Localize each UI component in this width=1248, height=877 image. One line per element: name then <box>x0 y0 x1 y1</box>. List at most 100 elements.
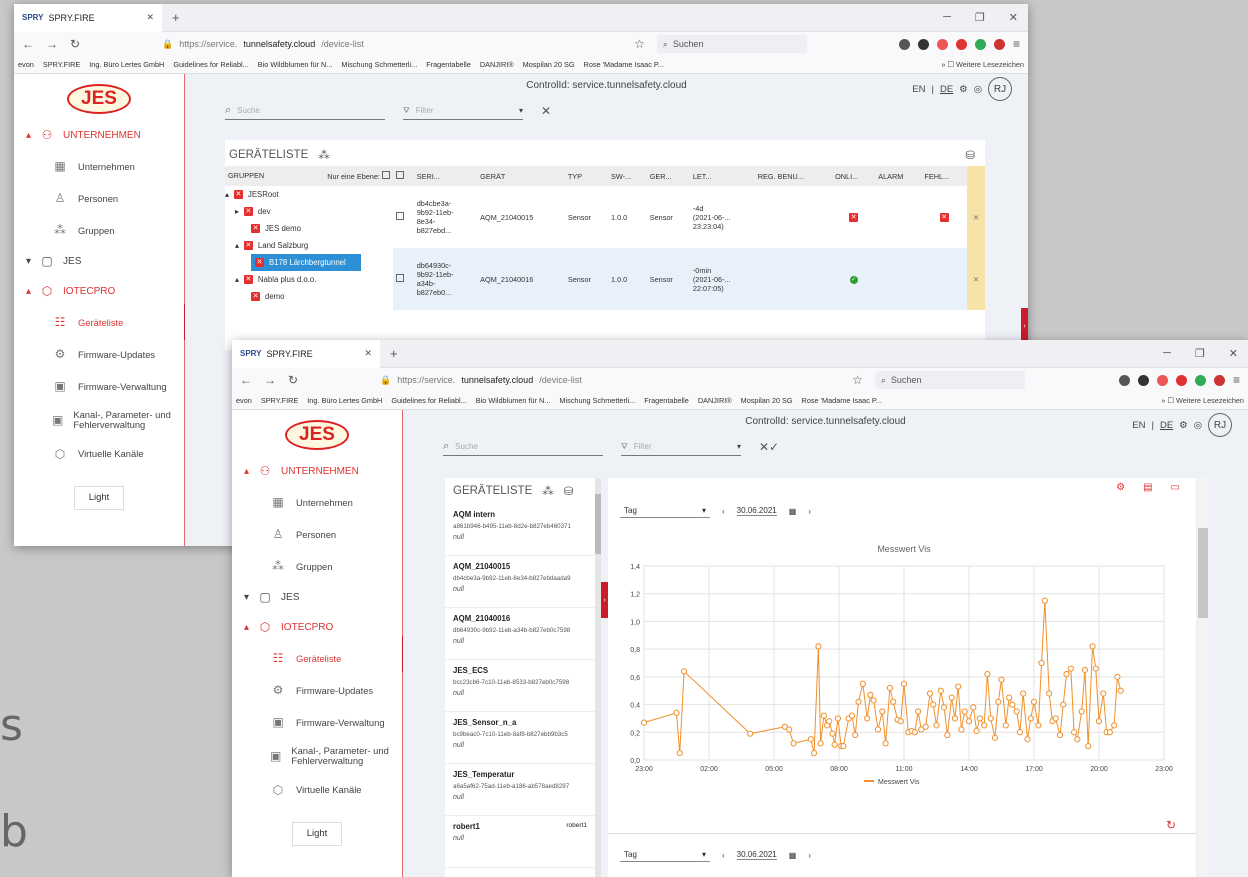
ext-icon[interactable] <box>974 38 986 50</box>
one-level-checkbox[interactable] <box>382 171 390 179</box>
list-item[interactable]: JES_ECS bcc23cb6-7c10-11eb-8533-b827eb0c7… <box>445 660 595 712</box>
scrollbar[interactable] <box>595 478 601 877</box>
database-icon[interactable]: ⛁ <box>965 148 975 162</box>
bookmark[interactable]: Guidelines for Reliabl... <box>173 60 248 69</box>
list-item[interactable]: AQM_21040016 db64930c-9b92-11eb-a34b-b827… <box>445 608 595 660</box>
tree-item[interactable]: dev <box>258 207 271 216</box>
address-bar[interactable]: 🔒 https://service. tunnelsafety.cloud/devi… <box>162 39 562 50</box>
clear-filter-icon[interactable]: ✕✓ <box>759 440 779 454</box>
date-field[interactable]: 30.06.2021 <box>736 850 777 860</box>
menu-icon[interactable]: ≡ <box>1013 37 1020 51</box>
column-header[interactable]: LET... <box>689 166 755 186</box>
back-icon[interactable]: ← <box>240 373 252 387</box>
sidebar-item-kanal[interactable]: ▣ Kanal-, Parameter- und Fehlerverwaltung <box>14 402 184 438</box>
sidebar-item-unternehmen[interactable]: ▦ Unternehmen <box>14 150 184 182</box>
section-unternehmen[interactable]: ▴ ⚇ UNTERNEHMEN <box>14 120 184 150</box>
list-item[interactable]: JES_Sensor_n_a bc9beac0-7c10-11eb-8af8-b8… <box>445 712 595 764</box>
caret-down-icon[interactable]: ▴ <box>235 241 239 250</box>
section-iotecpro[interactable]: ▴ ⬡ IOTECPRO <box>232 612 402 642</box>
bookmark[interactable]: Rose 'Madame Isaac P... <box>802 396 882 405</box>
next-date-icon[interactable]: › <box>808 851 811 860</box>
bookmark[interactable]: Ing. Büro Lertes GmbH <box>89 60 164 69</box>
pocket-icon[interactable] <box>898 38 910 50</box>
sidebar-item-firmware-verwaltung[interactable]: ▣ Firmware-Verwaltung <box>232 706 402 738</box>
list-item[interactable]: JES_Temperatur a6a5af62-75ad-11eb-a186-ab… <box>445 764 595 816</box>
sidebar-item-geraeteliste[interactable]: ☷ Geräteliste <box>14 306 184 338</box>
hierarchy-icon[interactable]: ⁂ <box>542 484 554 498</box>
bookmark[interactable]: Mospilan 20 SG <box>523 60 575 69</box>
table-row[interactable]: db4cbe3a- 9b92-11eb- 8e34- b827ebd... AQM_2… <box>393 186 985 248</box>
column-header[interactable]: SERI... <box>413 166 478 186</box>
list-collapse-handle[interactable]: › <box>601 582 608 618</box>
chart-scrollbar[interactable] <box>1198 478 1208 877</box>
lang-en[interactable]: EN <box>912 84 925 95</box>
sidebar-item-unternehmen[interactable]: ▦ Unternehmen <box>232 486 402 518</box>
section-jes[interactable]: ▾ ▢ JES <box>232 582 402 612</box>
caret-down-icon[interactable]: ▴ <box>225 190 229 199</box>
new-tab-icon[interactable]: + <box>390 346 398 361</box>
tree-item[interactable]: demo <box>265 292 285 301</box>
database-icon[interactable]: ⛁ <box>564 484 574 498</box>
menu-icon[interactable]: ≡ <box>1233 373 1240 387</box>
prev-date-icon[interactable]: ‹ <box>722 507 725 516</box>
row-close-icon[interactable]: ✕ <box>966 248 985 310</box>
more-bookmarks[interactable]: » ☐ Weitere Lesezeichen <box>1161 396 1244 405</box>
ext-icon[interactable] <box>993 38 1005 50</box>
reload-icon[interactable]: ↻ <box>70 37 80 51</box>
bookmark[interactable]: Mischung Schmetterli... <box>341 60 417 69</box>
address-bar[interactable]: 🔒 https://service. tunnelsafety.cloud/devi… <box>380 375 780 386</box>
ext-icon[interactable] <box>1137 374 1149 386</box>
filter-select[interactable]: ⛛ Filter ▾ <box>403 102 523 120</box>
bookmark[interactable]: evon <box>236 396 252 405</box>
close-window-icon[interactable]: ✕ <box>1229 347 1238 360</box>
browser-search[interactable]: ⌕ Suchen <box>874 371 1025 389</box>
sidebar-item-virtuelle-kanaele[interactable]: ⬡ Virtuelle Kanäle <box>14 438 184 470</box>
caret-right-icon[interactable]: ▸ <box>235 207 239 216</box>
bookmark[interactable]: Ing. Büro Lertes GmbH <box>307 396 382 405</box>
ext-icon[interactable] <box>917 38 929 50</box>
tree-item[interactable]: JES demo <box>265 224 301 233</box>
tree-item-selected[interactable]: B178 Lärchbergtunnel <box>269 258 346 267</box>
lang-de[interactable]: DE <box>940 84 953 95</box>
back-icon[interactable]: ← <box>22 37 34 51</box>
column-header[interactable]: ALARM <box>875 166 922 186</box>
search-input[interactable]: ⌕ Suche <box>443 438 603 456</box>
column-header[interactable]: REG. BENU... <box>754 166 833 186</box>
theme-light-button[interactable]: Light <box>74 485 124 510</box>
sidebar-item-gruppen[interactable]: ⁂ Gruppen <box>232 550 402 582</box>
close-window-icon[interactable]: ✕ <box>1009 11 1018 24</box>
close-tab-icon[interactable]: ✕ <box>146 12 154 23</box>
column-header[interactable]: GERÄT <box>477 166 565 186</box>
new-tab-icon[interactable]: + <box>172 10 180 25</box>
ext-icon[interactable] <box>936 38 948 50</box>
bookmark[interactable]: Bio Wildblumen für N... <box>476 396 551 405</box>
settings-icon[interactable]: ⚙ <box>1116 482 1125 493</box>
ext-icon[interactable] <box>1213 374 1225 386</box>
settings-icon[interactable]: ⚙ <box>959 84 968 95</box>
minimize-icon[interactable]: ─ <box>1163 347 1171 360</box>
user-avatar[interactable]: RJ <box>988 77 1012 101</box>
theme-light-button[interactable]: Light <box>292 821 342 846</box>
bookmark[interactable]: SPRY.FIRE <box>43 60 80 69</box>
bookmark[interactable]: DANJIRI® <box>480 60 514 69</box>
help-icon[interactable]: ◎ <box>1194 420 1202 431</box>
section-unternehmen[interactable]: ▴ ⚇ UNTERNEHMEN <box>232 456 402 486</box>
prev-date-icon[interactable]: ‹ <box>722 851 725 860</box>
pocket-icon[interactable] <box>1118 374 1130 386</box>
period-select-2[interactable]: Tag ▾ <box>620 848 710 862</box>
bookmark[interactable]: DANJIRI® <box>698 396 732 405</box>
bookmark[interactable]: SPRY.FIRE <box>261 396 298 405</box>
ext-icon[interactable] <box>955 38 967 50</box>
bookmark[interactable]: Fragentabelle <box>426 60 471 69</box>
bookmark[interactable]: Mischung Schmetterli... <box>559 396 635 405</box>
bookmark[interactable]: Fragentabelle <box>644 396 689 405</box>
browser-search[interactable]: ⌕ Suchen <box>656 35 807 53</box>
refresh-icon[interactable]: ↻ <box>1166 818 1176 832</box>
bookmark[interactable]: Rose 'Madame Isaac P... <box>584 60 664 69</box>
settings-icon[interactable]: ⚙ <box>1179 420 1188 431</box>
tree-item[interactable]: Land Salzburg <box>258 241 308 250</box>
row-checkbox[interactable] <box>396 274 404 282</box>
forward-icon[interactable]: → <box>46 37 58 51</box>
bookmark[interactable]: evon <box>18 60 34 69</box>
more-bookmarks[interactable]: » ☐ Weitere Lesezeichen <box>941 60 1024 69</box>
